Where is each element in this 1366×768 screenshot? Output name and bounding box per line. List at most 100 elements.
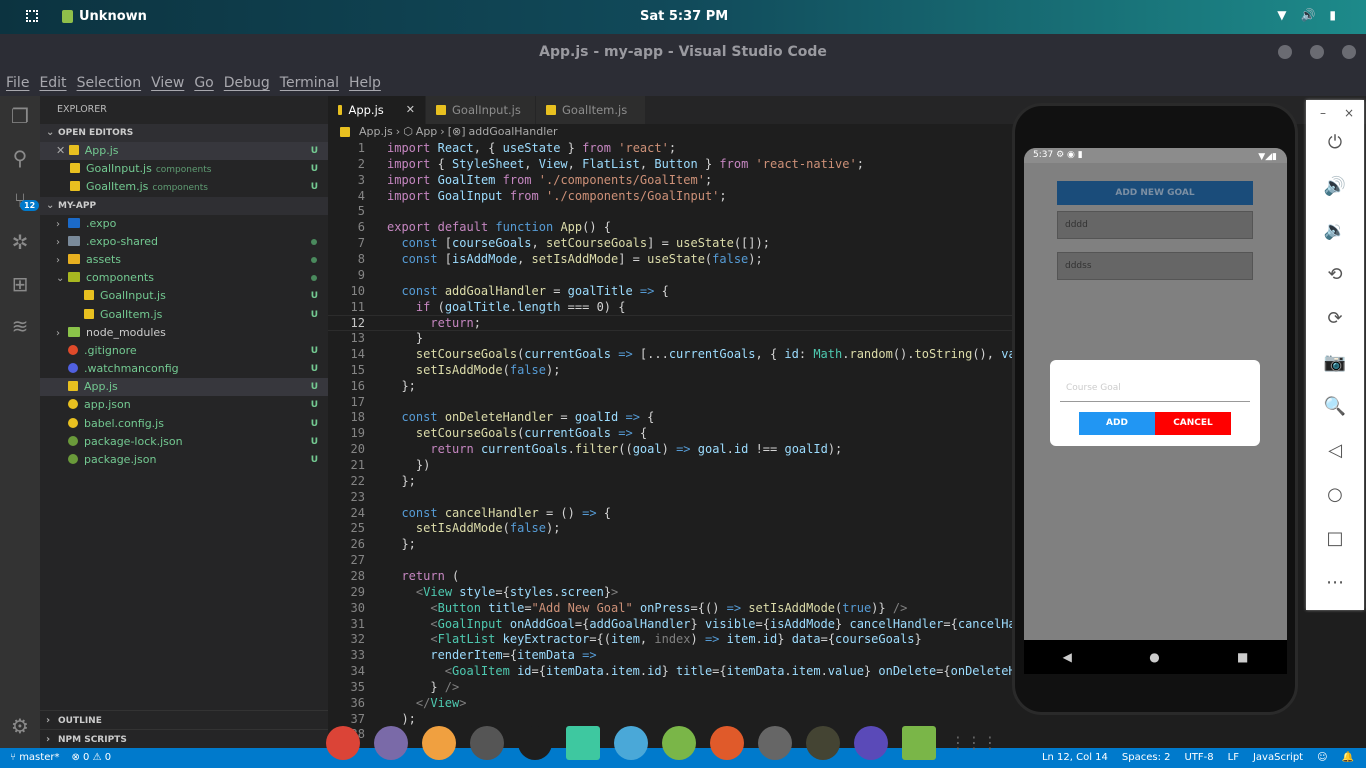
code-editor[interactable]: 1 import React, { useState } from 'react'… [328,141,1018,748]
more-icon[interactable]: ⋯ [1306,572,1364,593]
tree-item[interactable]: App.js U [40,378,328,397]
overview-icon[interactable]: □ [1306,528,1364,549]
dock-eclipse-icon[interactable] [854,726,888,760]
add-button[interactable]: ADD [1079,412,1155,435]
home-icon[interactable]: ● [1149,650,1159,664]
dock-software-center-icon[interactable] [422,726,456,760]
tree-item[interactable]: .gitignore U [40,342,328,360]
close-icon[interactable]: × [1344,106,1354,120]
indentation[interactable]: Spaces: 2 [1122,748,1171,768]
open-editor-item[interactable]: ✕ App.js U [40,142,328,161]
search-icon[interactable]: ⚲ [8,146,32,170]
tree-item[interactable]: .watchmanconfig U [40,360,328,378]
app-menu[interactable]: Unknown [62,9,147,24]
overview-icon[interactable]: ■ [1237,650,1248,664]
back-icon[interactable]: ◀ [1063,650,1072,664]
rotate-left-icon[interactable]: ⟲ [1306,264,1364,285]
code-token: length [517,299,561,314]
goal-item[interactable]: dddd [1057,211,1253,239]
system-tray[interactable]: ▼ 🔊 ▮ [1277,8,1336,22]
open-editor-item[interactable]: GoalInput.js components U [40,160,328,178]
menu-go[interactable]: Go [194,70,213,96]
files-icon[interactable]: ❐ [8,104,32,128]
tree-item[interactable]: package.json U [40,451,328,469]
tree-item[interactable]: ⌄ components [40,269,328,287]
close-icon[interactable]: ✕ [406,96,415,124]
menu-terminal[interactable]: Terminal [280,70,339,96]
breadcrumb-symbol[interactable]: App [416,125,438,138]
course-goal-input[interactable]: Course Goal [1060,374,1250,402]
volume-up-icon[interactable]: 🔊 [1306,176,1364,197]
dock-settings-icon[interactable] [758,726,792,760]
dock-gimp-icon[interactable] [806,726,840,760]
menu-help[interactable]: Help [349,70,381,96]
activities-icon[interactable] [26,10,38,22]
tree-item[interactable]: › .expo-shared [40,233,328,251]
outline-section[interactable]: › OUTLINE [40,710,328,729]
menu-view[interactable]: View [151,70,184,96]
open-editor-item[interactable]: GoalItem.js components U [40,178,328,196]
dock-terminal-icon[interactable] [470,726,504,760]
extensions-icon[interactable]: ⊞ [8,272,32,296]
cancel-button[interactable]: CANCEL [1155,412,1231,435]
close-button[interactable] [1342,45,1356,59]
back-icon[interactable]: ◁ [1306,440,1364,461]
volume-icon: 🔊 [1300,8,1316,22]
camera-icon[interactable]: 📷 [1306,352,1364,373]
tree-item[interactable]: › node_modules [40,324,328,342]
dock-opera-icon[interactable] [614,726,648,760]
maximize-button[interactable] [1310,45,1324,59]
code-token: ) [661,442,677,457]
minimize-icon[interactable]: – [1320,106,1326,120]
clock[interactable]: Sat 5:37 PM [640,9,728,24]
tab-goalitem-js[interactable]: GoalItem.js [536,96,646,124]
dock-android-studio-icon[interactable] [662,726,696,760]
dock-app-icon[interactable] [566,726,600,760]
dock-device-icon[interactable] [902,726,936,760]
branch-indicator[interactable]: ⑂ master* [10,748,59,768]
breadcrumb-file[interactable]: App.js [359,125,393,138]
zoom-icon[interactable]: 🔍 [1306,396,1364,417]
npm-scripts-section[interactable]: › NPM SCRIPTS [40,729,328,748]
tree-item[interactable]: app.json U [40,396,328,414]
open-editors-header[interactable]: ⌄ OPEN EDITORS [40,124,328,142]
tree-item[interactable]: › assets [40,251,328,269]
breadcrumb-symbol[interactable]: addGoalHandler [469,125,558,138]
debug-icon[interactable]: ✲ [8,230,32,254]
goal-item[interactable]: dddss [1057,252,1253,280]
gear-icon[interactable]: ⚙ [8,714,32,738]
dock-chrome-icon[interactable] [326,726,360,760]
bell-icon[interactable]: 🔔 [1342,748,1354,768]
dock-firefox-icon[interactable] [710,726,744,760]
tree-item[interactable]: package-lock.json U [40,433,328,451]
menu-debug[interactable]: Debug [224,70,270,96]
show-apps-icon[interactable]: ⋮⋮⋮ [950,726,998,760]
project-header[interactable]: ⌄ MY-APP [40,196,328,215]
language-mode[interactable]: JavaScript [1253,748,1303,768]
dock-files-icon[interactable] [374,726,408,760]
menu-file[interactable]: File [6,70,29,96]
problems-indicator[interactable]: ⊗ 0 ⚠ 0 [71,748,111,768]
code-token: visible [704,616,756,631]
tree-item[interactable]: babel.config.js U [40,415,328,433]
tab-app-js[interactable]: App.js ✕ [328,96,426,124]
tree-item[interactable]: GoalInput.js U [40,287,328,305]
rotate-right-icon[interactable]: ⟳ [1306,308,1364,329]
menu-selection[interactable]: Selection [77,70,142,96]
power-icon[interactable]: ⏻ [1306,132,1364,153]
close-icon[interactable]: ✕ [56,144,69,157]
tree-item[interactable]: › .expo [40,215,328,233]
menu-edit[interactable]: Edit [39,70,66,96]
docker-icon[interactable]: ≋ [8,314,32,338]
line-ending[interactable]: LF [1228,748,1239,768]
cursor-position[interactable]: Ln 12, Col 14 [1042,748,1108,768]
tab-goalinput-js[interactable]: GoalInput.js [426,96,536,124]
feedback-icon[interactable]: ☺ [1317,748,1327,768]
home-icon[interactable]: ○ [1306,484,1364,505]
volume-down-icon[interactable]: 🔉 [1306,220,1364,241]
minimize-button[interactable] [1278,45,1292,59]
add-new-goal-button[interactable]: ADD NEW GOAL [1057,181,1253,205]
encoding[interactable]: UTF-8 [1184,748,1213,768]
dock-vscode-icon[interactable] [518,726,552,760]
tree-item[interactable]: GoalItem.js U [40,306,328,324]
